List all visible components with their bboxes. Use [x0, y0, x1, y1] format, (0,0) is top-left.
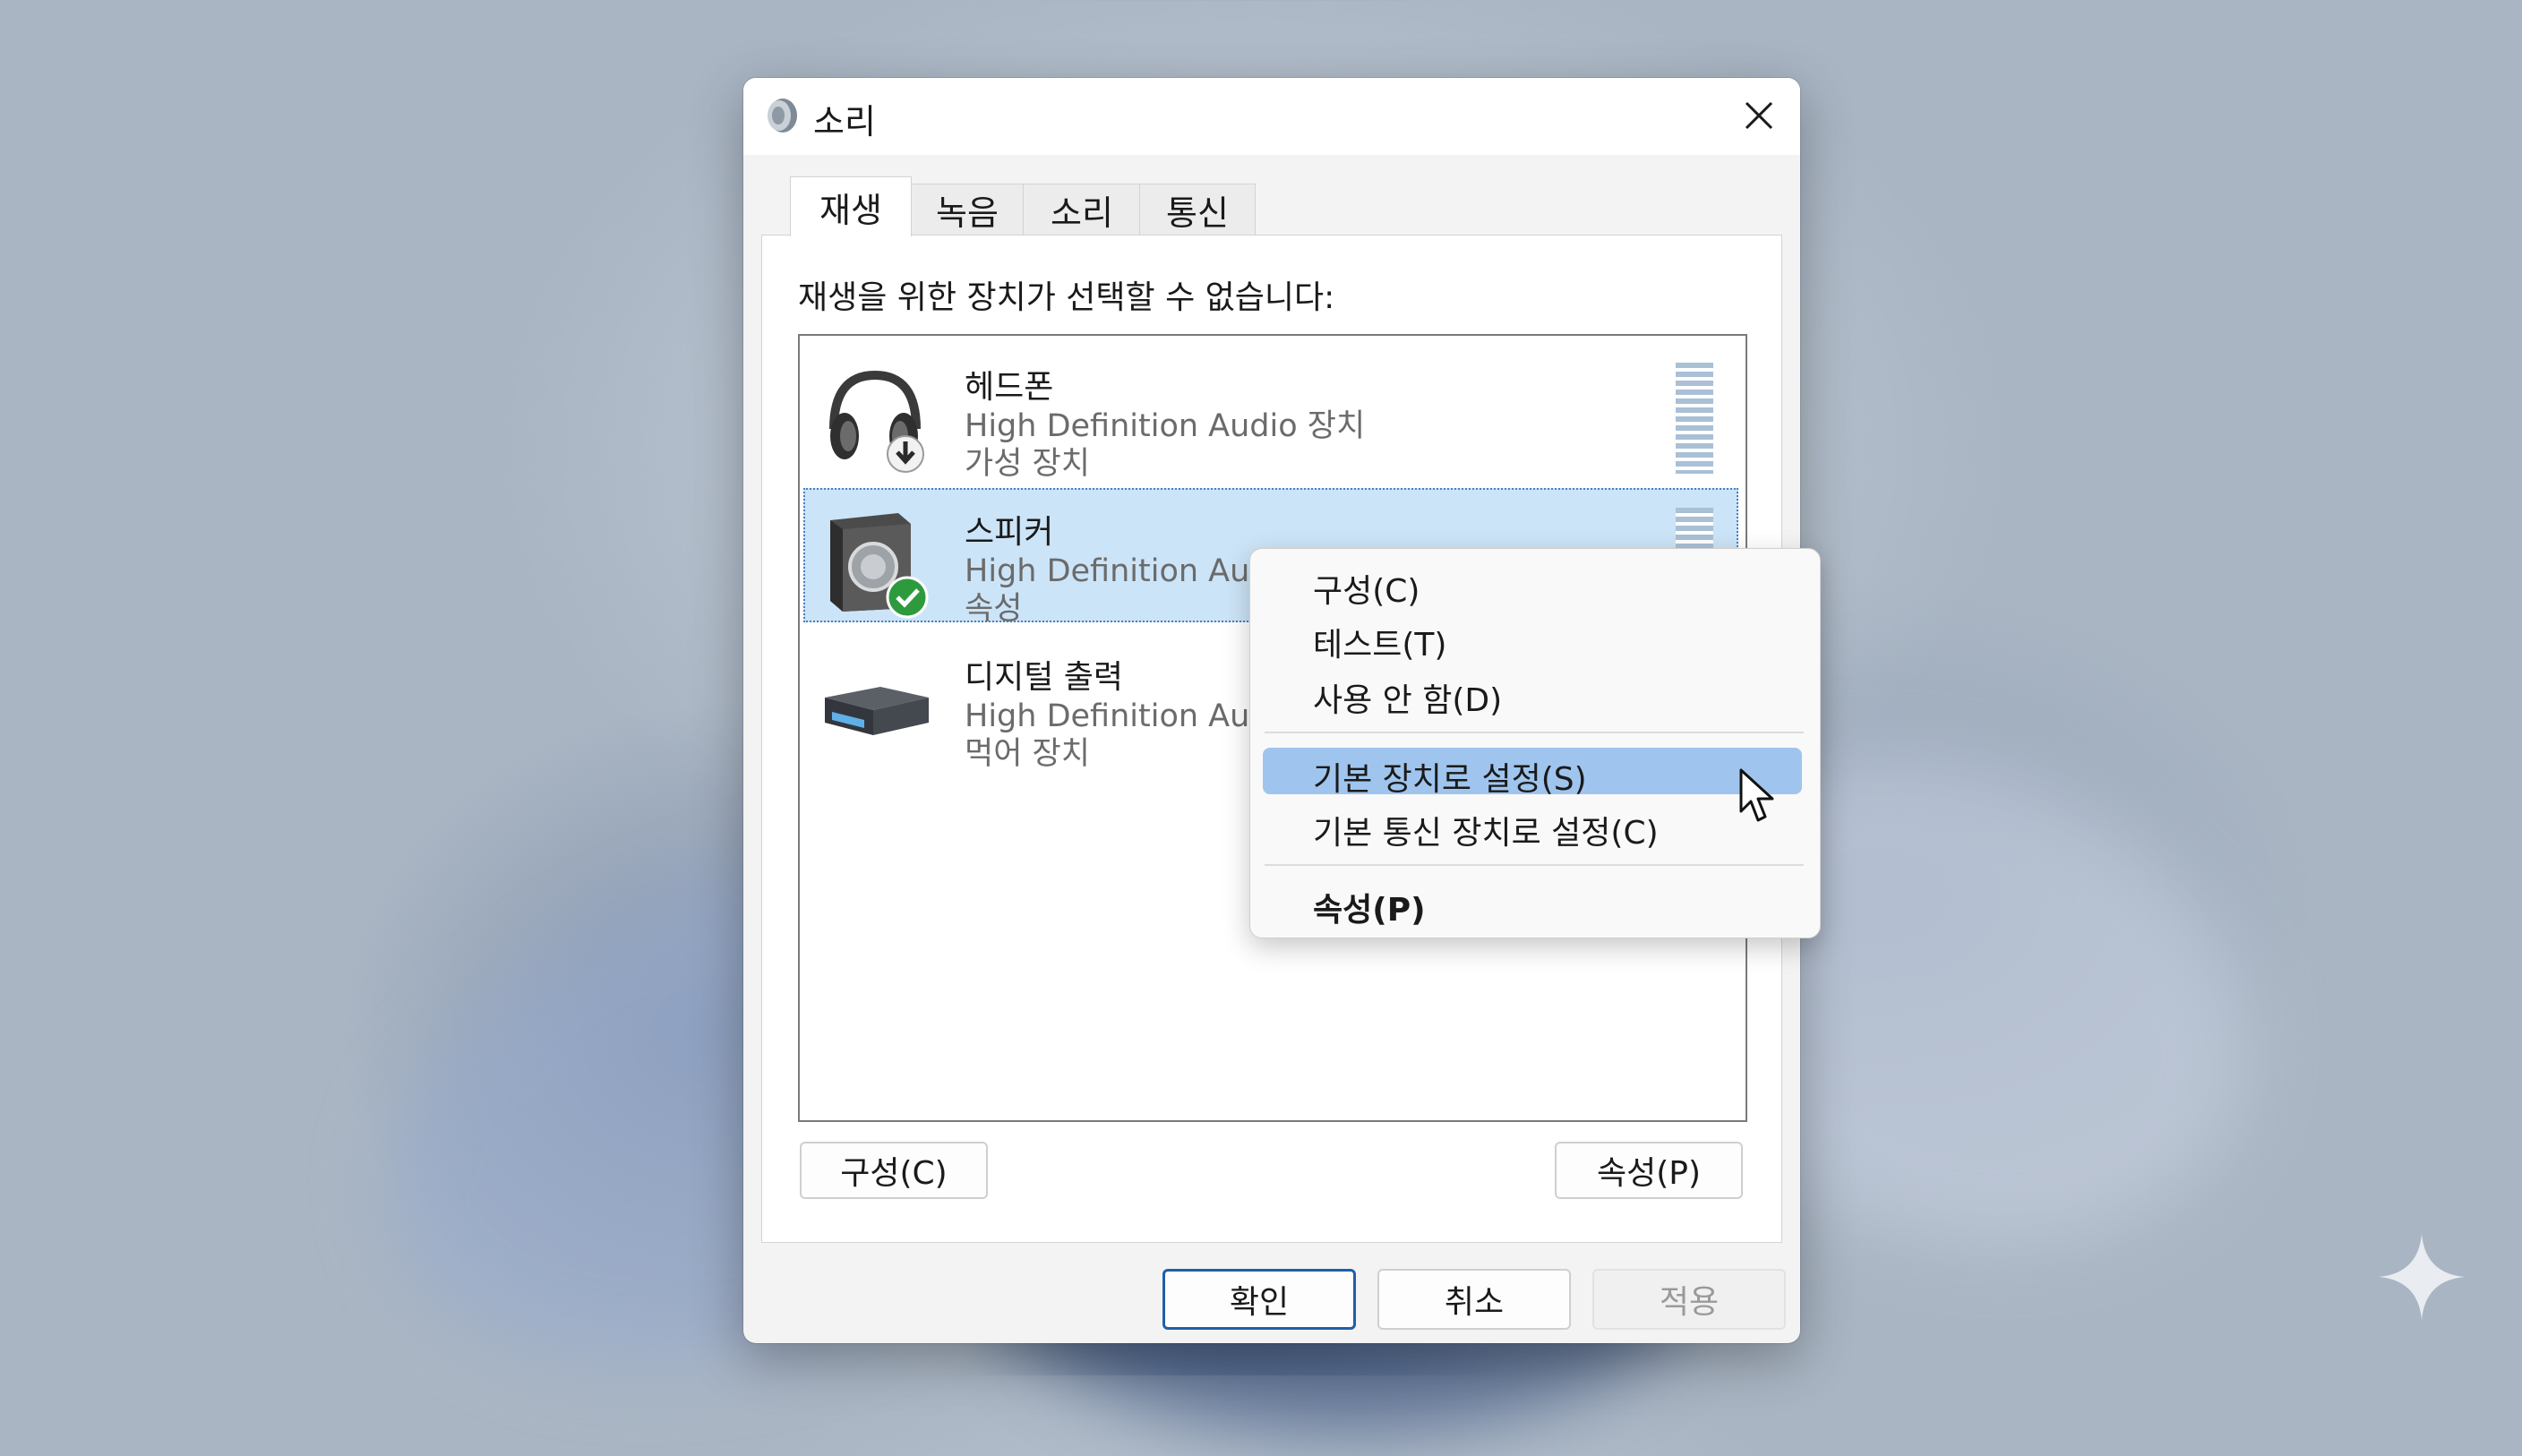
menu-item-disable[interactable]: 사용 안 함(D)	[1263, 669, 1802, 719]
menu-item-properties[interactable]: 속성(P)	[1263, 878, 1802, 929]
menu-item-label: 구성(C)	[1313, 573, 1420, 610]
menu-item-set-default-communication-device[interactable]: 기본 통신 장치로 설정(C)	[1263, 801, 1802, 852]
configure-button[interactable]: 구성(C)	[800, 1142, 988, 1199]
menu-item-configure[interactable]: 구성(C)	[1263, 560, 1802, 610]
menu-separator	[1265, 864, 1804, 866]
menu-item-label: 기본 장치로 설정(S)	[1313, 761, 1587, 798]
window-title: 소리	[813, 102, 876, 141]
menu-item-label: 속성(P)	[1313, 892, 1426, 929]
instruction-text: 재생을 위한 장치가 선택할 수 없습니다:	[798, 279, 1335, 316]
device-status: 가성 장치	[965, 446, 1090, 482]
tab-communications[interactable]: 통신	[1139, 184, 1256, 235]
menu-item-label: 사용 안 함(D)	[1313, 682, 1503, 719]
title-bar[interactable]: 소리	[743, 78, 1800, 155]
close-icon	[1745, 101, 1773, 130]
headphones-icon	[829, 370, 924, 473]
device-status: 먹어 장치	[965, 736, 1090, 772]
tab-recording[interactable]: 녹음	[910, 184, 1025, 235]
volume-meter	[1676, 363, 1713, 474]
speaker-title-icon	[768, 98, 797, 133]
menu-item-label: 기본 통신 장치로 설정(C)	[1313, 815, 1659, 852]
digital-output-icon	[825, 687, 929, 735]
download-arrow-icon	[887, 435, 924, 473]
tab-sounds[interactable]: 소리	[1023, 184, 1141, 235]
device-context-menu: 구성(C) 테스트(T) 사용 안 함(D) 기본 장치로 설정(S) 기본 통…	[1249, 548, 1821, 938]
apply-button[interactable]: 적용	[1592, 1269, 1786, 1330]
close-button[interactable]	[1732, 90, 1786, 141]
sparkle-icon	[2379, 1234, 2465, 1320]
speaker-icon	[830, 513, 929, 619]
menu-item-set-default-device[interactable]: 기본 장치로 설정(S)	[1263, 748, 1802, 798]
device-item-headphones[interactable]: 헤드폰 High Definition Audio 장치 가성 장치	[803, 343, 1738, 482]
menu-separator	[1265, 732, 1804, 733]
cancel-button[interactable]: 취소	[1377, 1269, 1571, 1330]
green-check-icon	[886, 576, 929, 619]
mouse-cursor-icon	[1739, 768, 1774, 822]
device-status: 속성	[965, 591, 1023, 627]
menu-item-test[interactable]: 테스트(T)	[1263, 613, 1802, 664]
tab-playback[interactable]: 재생	[790, 176, 912, 236]
ok-button[interactable]: 확인	[1162, 1269, 1356, 1330]
menu-item-label: 테스트(T)	[1313, 627, 1447, 664]
properties-button[interactable]: 속성(P)	[1555, 1142, 1743, 1199]
